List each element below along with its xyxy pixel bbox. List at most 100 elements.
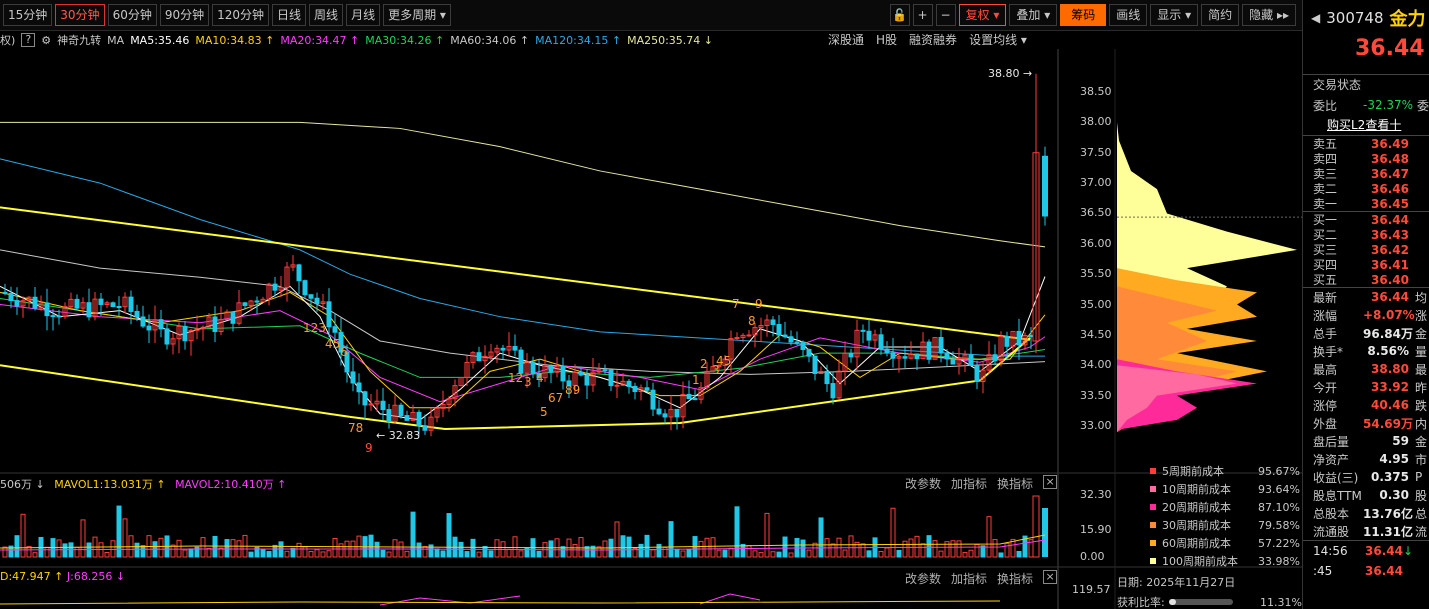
volume-bar — [476, 551, 482, 558]
volume-bar — [296, 542, 302, 558]
vol-switch-indicator-button[interactable]: 换指标 — [997, 475, 1033, 492]
gear-icon[interactable]: ⚙ — [41, 34, 51, 47]
candle-body — [518, 349, 524, 374]
vol-edit-params-button[interactable]: 改参数 — [905, 475, 941, 492]
quote-stat-value: 36.44 — [1371, 290, 1409, 304]
candle-body — [530, 361, 536, 374]
period-tab-0[interactable]: 15分钟 — [3, 4, 53, 26]
candle-body — [98, 298, 104, 305]
nine-turn-label: 78 — [348, 421, 363, 435]
candle-body — [8, 293, 14, 302]
period-tab-8[interactable]: 更多周期 ▾ — [383, 4, 451, 26]
lock-icon[interactable]: 🔓 — [889, 4, 910, 26]
volume-tick: 32.30 — [1080, 488, 1112, 501]
vol-close-icon[interactable]: × — [1043, 475, 1058, 489]
volume-bar — [896, 549, 902, 558]
volume-bar — [902, 540, 908, 558]
nine-turn-label: 45 — [716, 354, 731, 368]
quote-stat-row: 盘后量 59 金 — [1303, 432, 1429, 450]
mavol1-value: MAVOL1:13.031万 ↑ — [54, 478, 166, 491]
nine-turn-label: 89 — [565, 383, 580, 397]
vol-add-indicator-button[interactable]: 加指标 — [951, 475, 987, 492]
volume-bar — [578, 537, 584, 558]
weibi-suffix: 委 — [1417, 98, 1429, 113]
kdj-switch-indicator-button[interactable]: 换指标 — [997, 570, 1033, 587]
collapse-arrow-icon[interactable]: ◀ — [1311, 11, 1320, 25]
order-book-row[interactable]: 买四 36.41 — [1303, 257, 1429, 273]
volume-bar — [290, 547, 296, 558]
order-book-row[interactable]: 买五 36.40 — [1303, 272, 1429, 288]
volume-tick: 0.00 — [1080, 550, 1105, 563]
l2-link[interactable]: 购买L2查看十 — [1303, 115, 1429, 135]
candle-body — [44, 302, 50, 317]
nine-turn-label: 1 — [692, 373, 700, 387]
ma-label: MA — [107, 33, 125, 47]
nine-turn-label: 5 — [540, 405, 548, 419]
price-tick: 33.50 — [1080, 388, 1112, 402]
order-book-row[interactable]: 买一 36.44 — [1303, 212, 1429, 228]
help-icon[interactable]: ? — [21, 33, 36, 47]
period-tab-2[interactable]: 60分钟 — [107, 4, 157, 26]
order-book-row[interactable]: 买三 36.42 — [1303, 242, 1429, 258]
order-book-row[interactable]: 买二 36.43 — [1303, 227, 1429, 243]
order-book-price: 36.41 — [1371, 257, 1409, 272]
kdj-close-icon[interactable]: × — [1043, 570, 1058, 584]
chip-button[interactable]: 筹码 — [1060, 4, 1107, 26]
order-book-row[interactable]: 卖四 36.48 — [1303, 151, 1429, 167]
period-tab-7[interactable]: 月线 — [346, 4, 381, 26]
volume-bar — [332, 538, 338, 558]
volume-bar — [734, 506, 740, 558]
volume-bar — [284, 550, 290, 558]
indicator-name[interactable]: 神奇九转 — [57, 32, 101, 48]
period-tab-bar: 15分钟 30分钟 60分钟 90分钟 120分钟 日线 周线 月线 更多周期 ▾ 🔓 + − … — [0, 0, 1302, 31]
zoom-in-button[interactable]: + — [912, 4, 933, 26]
hshare-link[interactable]: H股 — [876, 31, 897, 49]
ma-settings-dropdown[interactable]: 设置均线 ▾ — [969, 31, 1027, 49]
tick-direction: ↓ — [1403, 544, 1414, 558]
margin-link[interactable]: 融资融券 — [909, 31, 957, 49]
volume-bar — [62, 543, 68, 558]
volume-bar — [752, 550, 758, 558]
candle-body — [812, 355, 818, 375]
period-tab-1[interactable]: 30分钟 — [55, 4, 105, 26]
volume-bar — [122, 518, 128, 558]
hide-button[interactable]: 隐藏 ▸▸ — [1242, 4, 1296, 26]
nine-turn-label: 67 — [548, 391, 563, 405]
overlay-dropdown[interactable]: 叠加 ▾ — [1009, 4, 1058, 26]
period-tab-6[interactable]: 周线 — [309, 4, 344, 26]
volume-bar — [758, 552, 764, 558]
simple-mode-button[interactable]: 简约 — [1201, 4, 1240, 26]
period-tab-5[interactable]: 日线 — [272, 4, 307, 26]
candle-body — [362, 391, 368, 406]
candle-body — [866, 330, 872, 341]
chip-legend-label: 100周期前成本 — [1162, 555, 1238, 568]
candle-body — [158, 319, 164, 330]
volume-bar — [200, 537, 206, 558]
kdj-edit-params-button[interactable]: 改参数 — [905, 570, 941, 587]
sgt-link[interactable]: 深股通 — [828, 31, 864, 49]
zoom-out-button[interactable]: − — [935, 4, 956, 26]
nine-turn-label: 6 — [340, 345, 348, 359]
candle-body — [968, 354, 974, 367]
order-book-row[interactable]: 卖二 36.46 — [1303, 181, 1429, 197]
volume-bar — [326, 550, 332, 558]
display-dropdown[interactable]: 显示 ▾ — [1150, 4, 1199, 26]
order-book-row[interactable]: 卖一 36.45 — [1303, 196, 1429, 212]
volume-bar — [782, 536, 788, 558]
period-tab-4[interactable]: 120分钟 — [212, 4, 270, 26]
candle-body — [560, 365, 566, 382]
order-book-row[interactable]: 卖三 36.47 — [1303, 166, 1429, 182]
kdj-add-indicator-button[interactable]: 加指标 — [951, 570, 987, 587]
quote-stat-label: 总股本 — [1313, 506, 1350, 521]
nine-turn-label: 12 — [508, 371, 523, 385]
order-book-row[interactable]: 卖五 36.49 — [1303, 136, 1429, 152]
fuquan-dropdown[interactable]: 复权 ▾ — [958, 4, 1007, 26]
candle-body — [800, 341, 806, 350]
candle-body — [350, 371, 356, 384]
ma30-value: MA30:34.26 ↑ — [365, 33, 445, 47]
quote-stat-label: 涨幅 — [1313, 308, 1338, 323]
chip-date: 日期: 2025年11月27日 — [1117, 576, 1236, 589]
period-tab-3[interactable]: 90分钟 — [159, 4, 210, 26]
volume-bar — [644, 534, 650, 558]
draw-line-button[interactable]: 画线 — [1109, 4, 1148, 26]
